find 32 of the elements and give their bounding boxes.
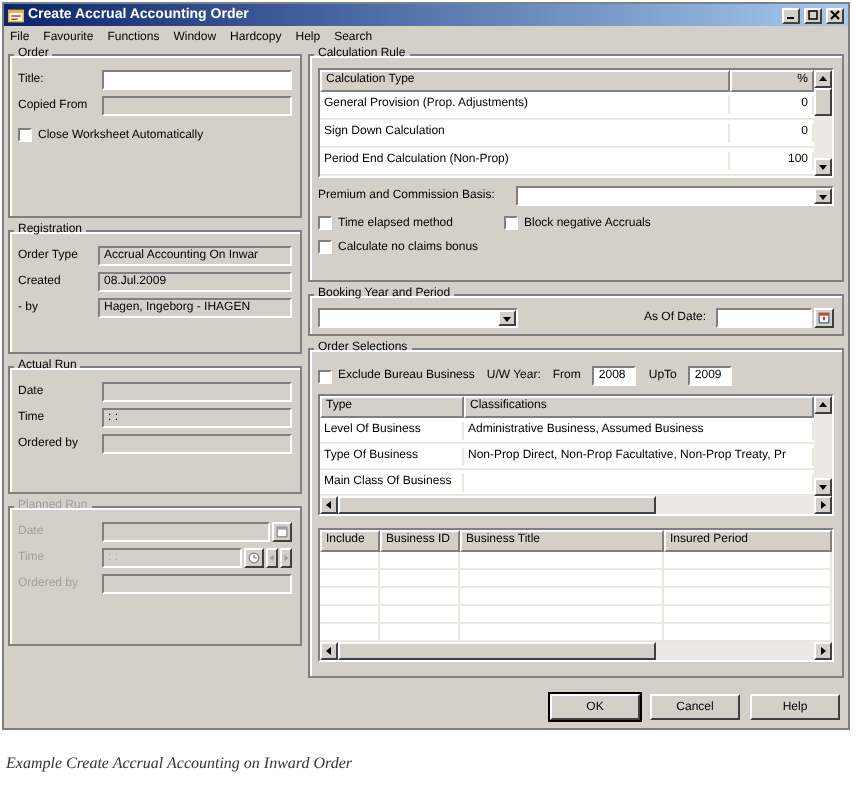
arrow-left-icon[interactable] [324,646,334,656]
checkbox[interactable] [504,216,518,230]
checkbox[interactable] [318,216,332,230]
scrollbar[interactable] [814,70,832,176]
text-field[interactable] [102,70,292,90]
scrollbar[interactable] [814,396,832,496]
checkbox[interactable] [318,240,332,254]
app-icon [8,7,24,23]
arrow-right-icon[interactable] [818,500,828,510]
text-field[interactable] [102,434,292,454]
dropdown[interactable] [318,308,518,328]
arrow-down-icon[interactable] [502,313,512,323]
checkbox[interactable] [18,128,32,142]
calendar-icon[interactable] [818,312,830,324]
dropdown[interactable] [516,186,834,206]
text-field[interactable] [102,382,292,402]
maximize-icon[interactable] [808,10,818,20]
scrollbar[interactable] [320,496,832,514]
calendar-icon[interactable] [276,526,288,538]
scrollbar[interactable] [320,642,832,660]
close-icon[interactable] [830,10,840,20]
clock-icon[interactable] [248,552,260,564]
arrow-right-icon[interactable] [818,646,828,656]
checkbox[interactable] [318,369,332,383]
arrow-left-icon[interactable] [324,500,334,510]
figure-caption: Example Create Accrual Accounting on Inward Order [6,754,355,772]
arrow-up-icon[interactable] [818,74,828,84]
arrow-down-icon[interactable] [818,191,828,201]
arrow-up-icon[interactable] [818,400,828,410]
date-field[interactable] [716,308,812,328]
arrow-down-icon[interactable] [818,162,828,172]
arrow-down-icon[interactable] [818,482,828,492]
